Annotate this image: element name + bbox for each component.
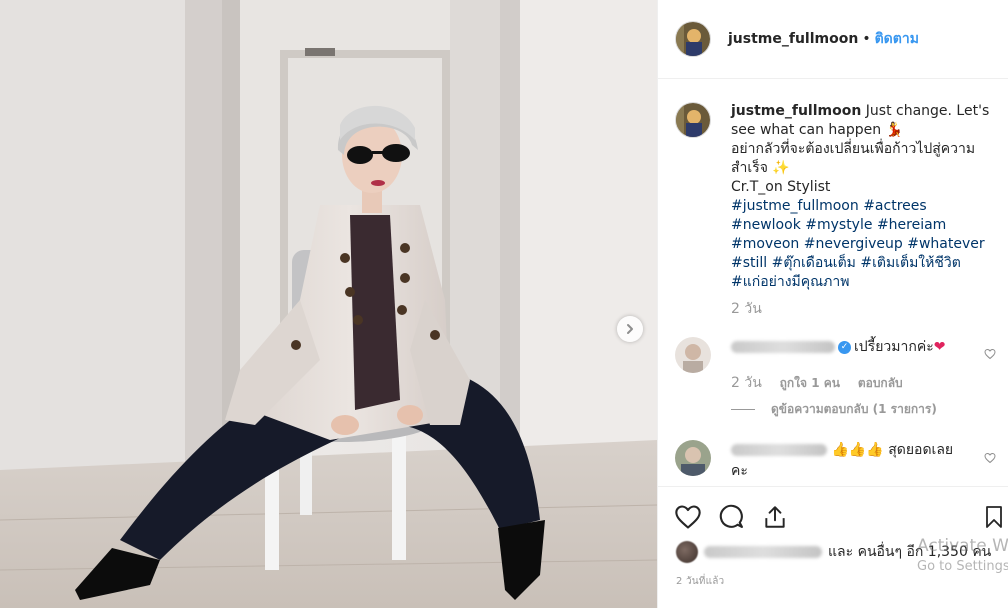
commenter-avatar[interactable] — [675, 440, 711, 476]
comment-text: เปรี้ยวมากค่ะ — [854, 339, 934, 355]
like-comment-heart-icon[interactable] — [984, 348, 996, 360]
hashtag[interactable]: #newlook — [731, 217, 801, 233]
watermark-line-2: Go to Settings — [917, 559, 1008, 574]
reply-button[interactable]: ตอบกลับ — [858, 376, 903, 390]
share-icon[interactable] — [762, 503, 788, 531]
next-photo-button[interactable] — [617, 316, 643, 342]
caption-avatar[interactable] — [675, 102, 711, 138]
post-timestamp: 2 วันที่แล้ว — [676, 576, 725, 587]
post-header: justme_fullmoon • ติดตาม — [658, 0, 1008, 79]
commenter-avatar[interactable] — [675, 337, 711, 373]
hashtag[interactable]: #moveon — [731, 236, 799, 252]
author-username[interactable]: justme_fullmoon — [728, 31, 858, 47]
instagram-post-view: justme_fullmoon • ติดตาม justme_fullmoon… — [0, 0, 1008, 608]
post-actions: และ คนอื่นๆ อีก 1,350 คน 2 วันที่แล้ว Ac… — [658, 486, 1008, 608]
caption: justme_fullmoon Just change. Let's see w… — [675, 102, 1008, 319]
hashtag[interactable]: #actrees — [863, 198, 926, 214]
follow-button[interactable]: ติดตาม — [875, 28, 919, 50]
heart-icon[interactable] — [674, 503, 702, 531]
hashtag[interactable]: #still — [731, 255, 767, 271]
separator-dot: • — [862, 31, 871, 47]
caption-hashtags: #justme_fullmoon #actrees #newlook #myst… — [731, 197, 993, 292]
post-side-panel: justme_fullmoon • ติดตาม justme_fullmoon… — [657, 0, 1008, 608]
like-comment-heart-icon[interactable] — [984, 452, 996, 464]
commenter-username-blurred[interactable] — [731, 444, 827, 456]
hashtag[interactable]: #justme_fullmoon — [731, 198, 859, 214]
caption-time: 2 วัน — [731, 301, 762, 317]
hashtag[interactable]: #hereiam — [877, 217, 946, 233]
chevron-right-icon — [627, 324, 633, 334]
commenter-username-blurred[interactable] — [731, 341, 835, 353]
post-photo[interactable] — [0, 0, 657, 608]
verified-badge-icon: ✓ — [838, 340, 851, 354]
comment-body: ✓ เปรี้ยวมากค่ะ❤ — [731, 337, 961, 373]
caption-text-th: อย่ากลัวที่จะต้องเปลี่ยนเพื่อก้าวไปสู่คว… — [731, 141, 976, 176]
hashtag[interactable]: #whatever — [907, 236, 984, 252]
view-replies-button[interactable]: ดูข้อความตอบกลับ (1 รายการ) — [731, 400, 937, 419]
author-avatar[interactable] — [675, 21, 711, 57]
caption-body: justme_fullmoon Just change. Let's see w… — [731, 102, 993, 319]
liker-username-blurred[interactable] — [704, 546, 822, 558]
hashtag[interactable]: #mystyle — [805, 217, 872, 233]
view-replies-line — [731, 409, 755, 410]
bookmark-icon[interactable] — [982, 503, 1006, 531]
hashtag[interactable]: #nevergiveup — [804, 236, 903, 252]
red-heart-emoji-icon: ❤ — [933, 339, 946, 355]
comment-time: 2 วัน — [731, 375, 762, 391]
sparkle-emoji-icon: ✨ — [772, 160, 790, 176]
comment-item: ✓ เปรี้ยวมากค่ะ❤ — [675, 337, 1008, 373]
comment-item: 👍👍👍 สุดยอดเลยคะ — [675, 440, 1008, 482]
view-replies-label: ดูข้อความตอบกลับ (1 รายการ) — [771, 402, 937, 416]
dancer-emoji-icon: 💃 — [885, 122, 904, 138]
comment-icon[interactable] — [718, 503, 746, 531]
comment-meta: 2 วัน ถูกใจ 1 คน ตอบกลับ — [731, 372, 917, 394]
hashtag[interactable]: #เติมเต็มให้ชีวิต — [860, 255, 960, 271]
liker-avatar — [676, 541, 698, 563]
windows-activation-watermark: Activate W Go to Settings — [917, 536, 1008, 574]
comments-area[interactable]: justme_fullmoon Just change. Let's see w… — [658, 80, 1008, 485]
caption-username[interactable]: justme_fullmoon — [731, 103, 861, 119]
photo-illustration — [0, 0, 657, 608]
hashtag[interactable]: #ตุ๊กเดือนเต็ม — [772, 255, 856, 271]
watermark-line-1: Activate W — [917, 536, 1008, 556]
caption-credit: Cr.T_on Stylist — [731, 179, 831, 195]
comment-likes[interactable]: ถูกใจ 1 คน — [780, 376, 840, 390]
comment-body: 👍👍👍 สุดยอดเลยคะ — [731, 440, 961, 482]
hashtag[interactable]: #แก่อย่างมีคุณภาพ — [731, 274, 849, 290]
thumbs-up-emoji-icon: 👍👍👍 — [831, 442, 884, 458]
